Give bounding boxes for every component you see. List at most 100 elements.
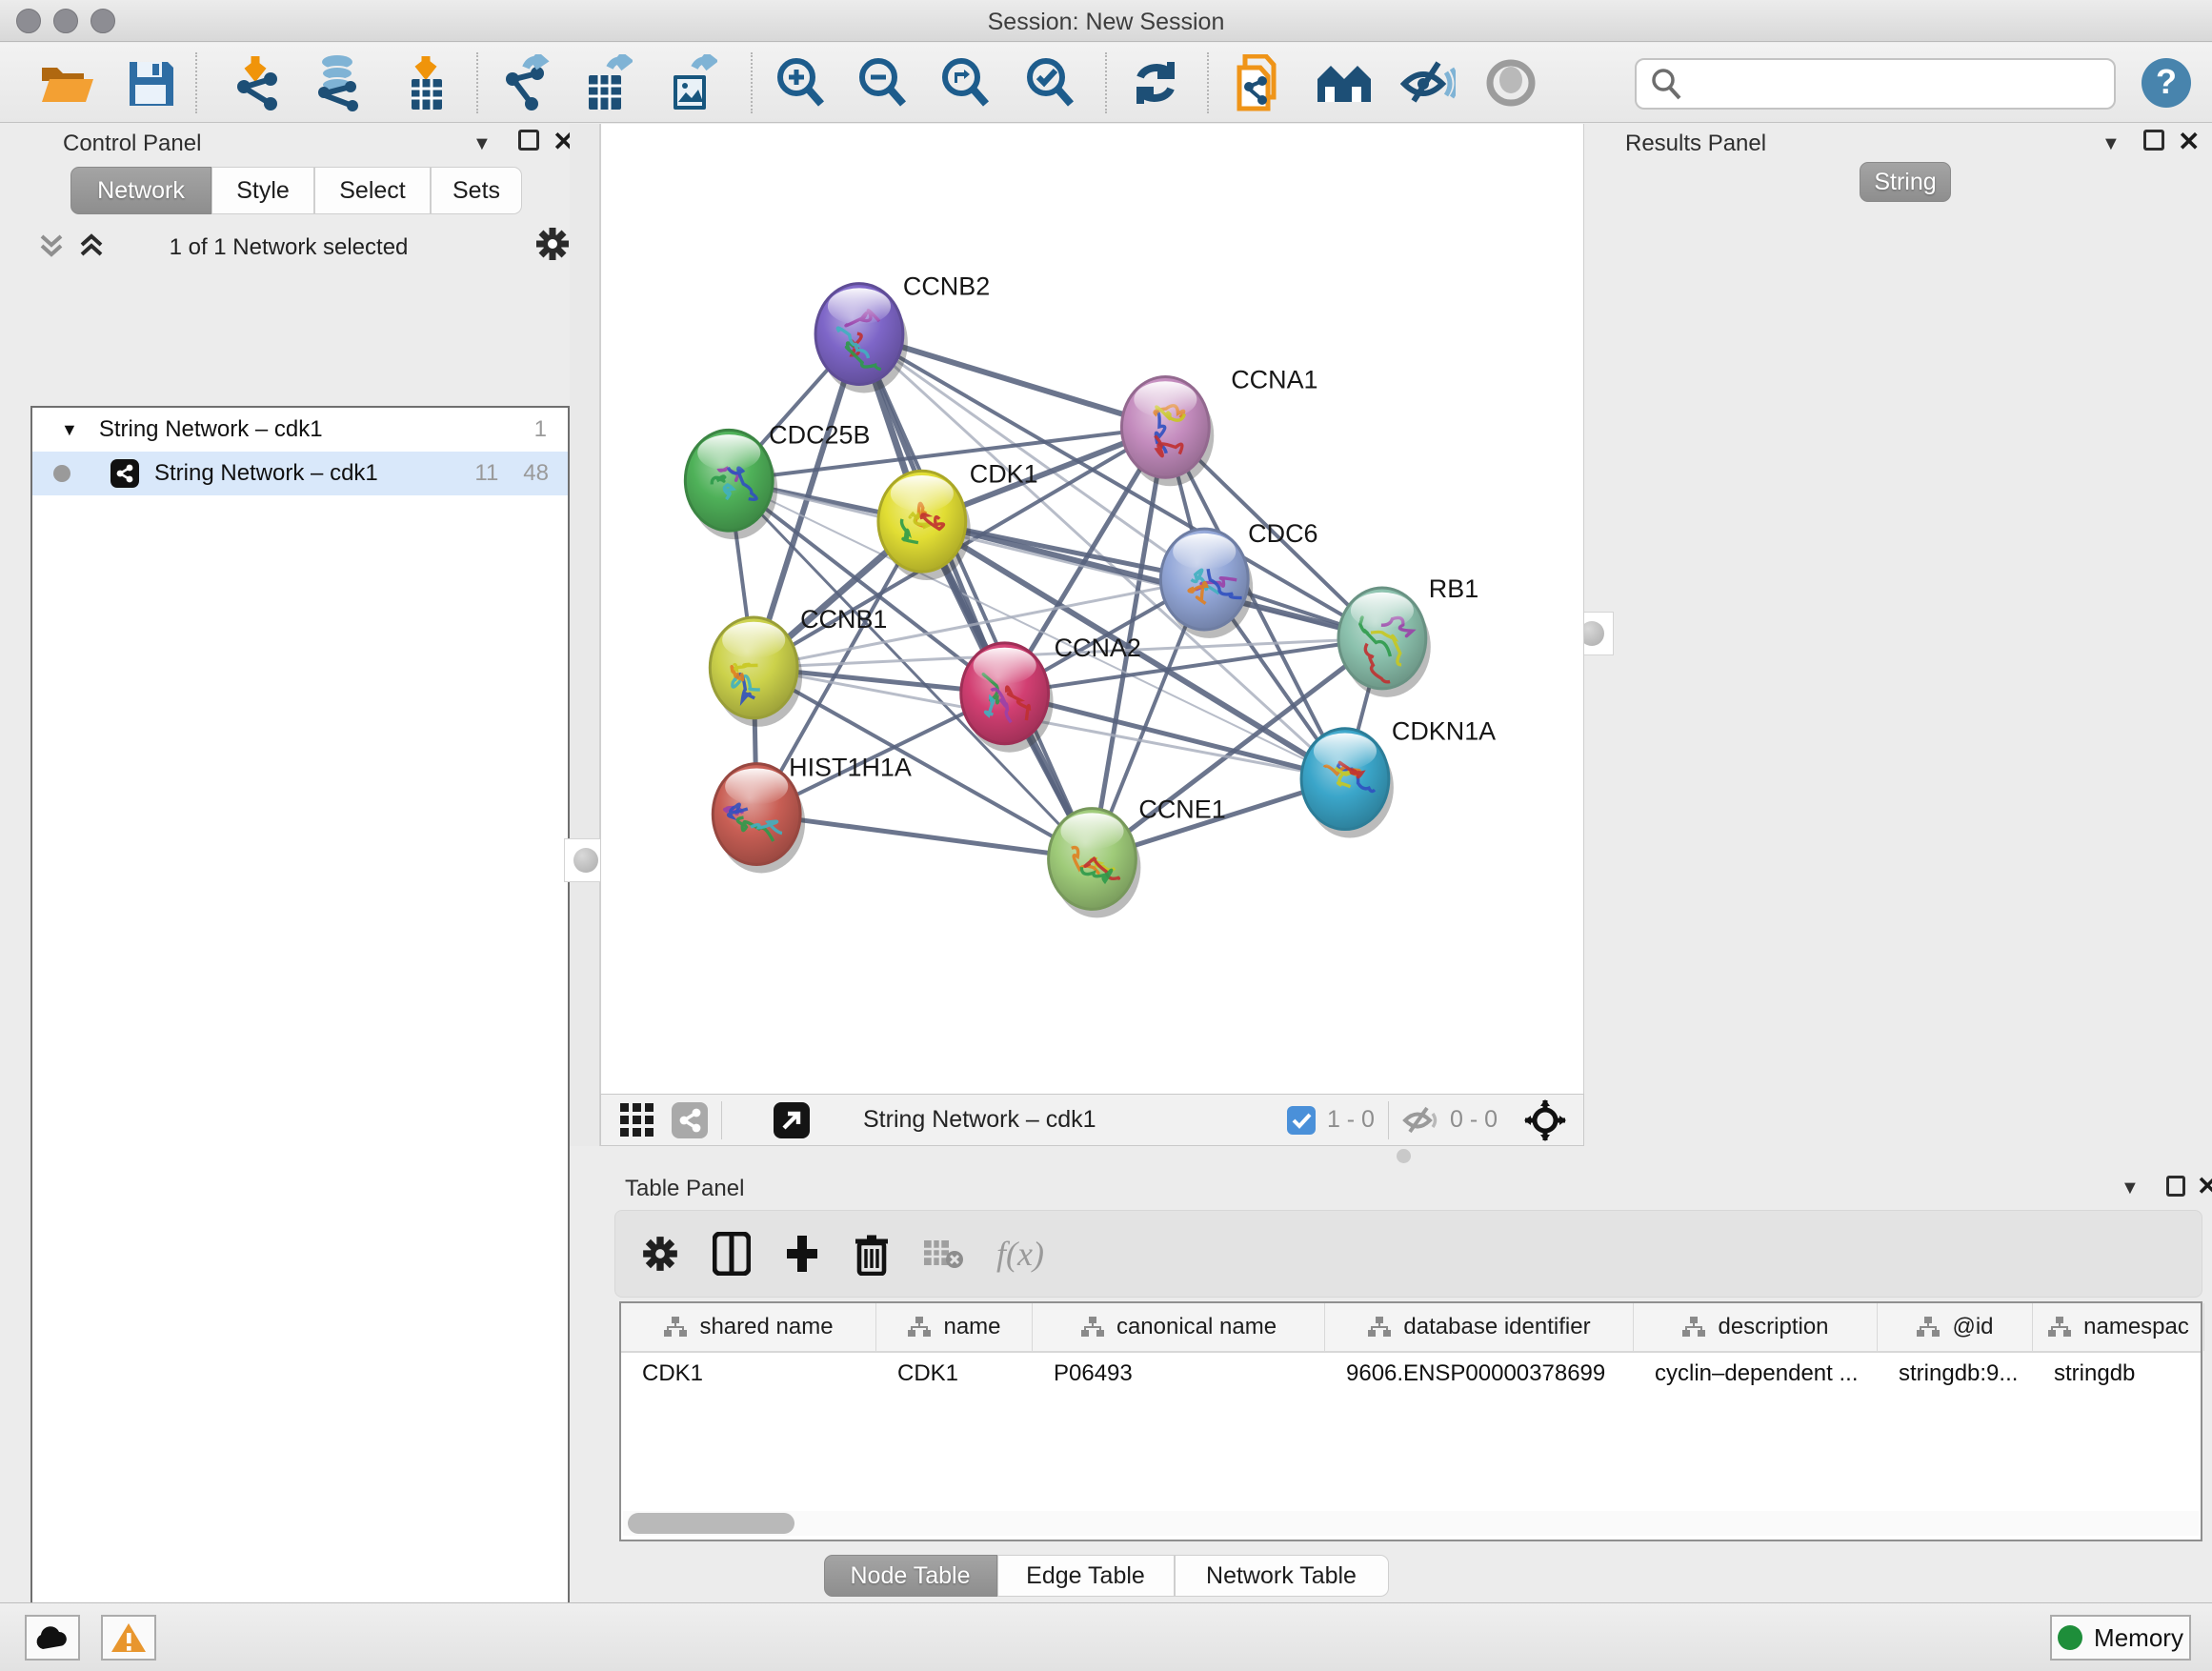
column-header-databaseidentifier[interactable]: database identifier (1325, 1303, 1634, 1351)
table-row[interactable]: CDK1CDK1P064939606.ENSP00000378699cyclin… (621, 1353, 2201, 1395)
tab-network-table[interactable]: Network Table (1175, 1555, 1389, 1597)
houses-icon (1316, 60, 1373, 106)
left-splitter[interactable] (570, 124, 600, 1146)
tab-string[interactable]: String (1860, 162, 1951, 202)
tab-node-table[interactable]: Node Table (824, 1555, 997, 1597)
toolbar-separator (751, 52, 753, 113)
selected-checkbox[interactable] (1287, 1106, 1316, 1135)
table-panel-float-icon[interactable] (2166, 1176, 2185, 1197)
help-button[interactable]: ? (2136, 52, 2197, 113)
search-field[interactable] (1635, 58, 2116, 110)
control-panel-tabs: NetworkStyleSelectSets (70, 167, 522, 214)
table-panel-menu-arrow-icon[interactable]: ▼ (2121, 1178, 2140, 1199)
zoom-in-button[interactable] (770, 52, 831, 113)
network-edge-HIST1H1A-CCNE1[interactable] (756, 815, 1092, 859)
horizontal-splitter-handle[interactable] (1397, 1149, 1411, 1163)
column-header-namespac[interactable]: namespac (2033, 1303, 2204, 1351)
zoom-selected-icon (1023, 56, 1076, 110)
open-session-button[interactable] (36, 52, 97, 113)
control-panel-menu-arrow-icon[interactable]: ▼ (473, 133, 492, 155)
network-options-gear-icon[interactable] (533, 225, 572, 263)
import-network-button[interactable] (228, 52, 289, 113)
export-image-button[interactable] (661, 52, 722, 113)
help-icon: ? (2141, 57, 2192, 109)
column-header-id[interactable]: @id (1878, 1303, 2033, 1351)
tab-network[interactable]: Network (70, 167, 211, 214)
network-node-RB1[interactable]: RB1 (1338, 574, 1478, 697)
zoom-selected-button[interactable] (1019, 52, 1080, 113)
grid-view-icon[interactable] (620, 1103, 654, 1137)
network-node-CDC6[interactable]: CDC6 (1160, 519, 1317, 638)
save-session-button[interactable] (120, 52, 181, 113)
show-columns-icon[interactable] (713, 1232, 751, 1276)
open-in-window-icon[interactable] (774, 1102, 810, 1138)
node-table: shared namenamecanonical namedatabase id… (619, 1301, 2202, 1541)
refresh-button[interactable] (1125, 52, 1186, 113)
table-hscrollbar-thumb[interactable] (628, 1513, 794, 1534)
network-node-HIST1H1A[interactable]: HIST1H1A (713, 754, 912, 874)
table-cell: 9606.ENSP00000378699 (1325, 1353, 1634, 1395)
network-collection-row[interactable]: ▼ String Network – cdk1 1 (32, 408, 568, 452)
import-table-button[interactable] (395, 52, 456, 113)
show-all-button[interactable] (1480, 52, 1541, 113)
search-icon (1650, 67, 1682, 101)
results-panel-float-icon[interactable] (2143, 130, 2164, 151)
zoom-out-icon (855, 56, 909, 110)
zoom-out-button[interactable] (852, 52, 913, 113)
add-column-icon[interactable] (783, 1232, 821, 1276)
column-header-sharedname[interactable]: shared name (621, 1303, 876, 1351)
main-toolbar: ? (0, 43, 2212, 123)
first-neighbors-button[interactable] (1314, 52, 1375, 113)
eye-slash-icon (1400, 59, 1456, 107)
column-header-canonicalname[interactable]: canonical name (1033, 1303, 1325, 1351)
export-table-button[interactable] (576, 52, 637, 113)
birdseye-share-icon[interactable] (672, 1102, 708, 1138)
toolbar-separator (1207, 52, 1209, 113)
tab-select[interactable]: Select (314, 167, 431, 214)
network-node-CDK1[interactable]: CDK1 (878, 459, 1038, 580)
network-node-CDKN1A[interactable]: CDKN1A (1301, 717, 1496, 838)
zoom-in-icon (774, 56, 827, 110)
cloud-icon (33, 1624, 71, 1651)
table-hscrollbar[interactable] (623, 1511, 2199, 1536)
cloud-button[interactable] (25, 1615, 80, 1661)
network-view-toolbar: String Network – cdk1 1 - 0 0 - 0 (600, 1094, 1584, 1146)
table-cell: stringdb (2033, 1353, 2204, 1395)
import-database-button[interactable] (308, 52, 369, 113)
string-app-icon (111, 459, 139, 488)
table-panel-close-icon[interactable]: ✕ (2197, 1172, 2212, 1201)
delete-column-trash-icon[interactable] (854, 1232, 890, 1276)
network-edge-count: 48 (523, 460, 549, 487)
toolbar-separator (1105, 52, 1107, 113)
column-header-description[interactable]: description (1634, 1303, 1878, 1351)
toolbar-separator (476, 52, 478, 113)
zoom-fit-button[interactable] (935, 52, 995, 113)
hidden-eye-icon[interactable] (1402, 1105, 1438, 1136)
warnings-button[interactable] (101, 1615, 156, 1661)
results-panel-close-icon[interactable]: ✕ (2178, 126, 2200, 157)
network-canvas[interactable]: CCNB2CCNA1CDC25BCDK1CDC6RB1CCNB1CCNA2CDK… (600, 124, 1584, 1094)
export-network-button[interactable] (494, 52, 555, 113)
delete-table-icon[interactable] (922, 1237, 964, 1271)
network-node-CCNA1[interactable]: CCNA1 (1121, 365, 1317, 486)
function-builder-icon[interactable]: f(x) (996, 1234, 1044, 1274)
collection-expand-arrow-icon[interactable]: ▼ (61, 420, 78, 440)
eye-disabled-icon (1485, 59, 1537, 107)
table-settings-gear-icon[interactable] (640, 1234, 680, 1274)
column-header-name[interactable]: name (876, 1303, 1033, 1351)
pan-crosshair-icon[interactable] (1524, 1099, 1566, 1141)
import-table-icon (400, 54, 452, 111)
control-panel-float-icon[interactable] (518, 130, 539, 151)
network-node-CCNE1[interactable]: CCNE1 (1049, 795, 1226, 918)
memory-button[interactable]: Memory (2050, 1615, 2191, 1661)
network-node-CCNB1[interactable]: CCNB1 (710, 605, 887, 727)
network-row-selected[interactable]: String Network – cdk1 11 48 (32, 452, 568, 495)
tab-style[interactable]: Style (211, 167, 314, 214)
clone-network-button[interactable] (1227, 52, 1288, 113)
hide-selected-button[interactable] (1398, 52, 1458, 113)
tab-sets[interactable]: Sets (431, 167, 522, 214)
tab-edge-table[interactable]: Edge Table (997, 1555, 1175, 1597)
network-node-CDC25B[interactable]: CDC25B (685, 420, 870, 539)
search-input[interactable] (1682, 70, 2092, 97)
results-panel-menu-arrow-icon[interactable]: ▼ (2101, 133, 2121, 155)
